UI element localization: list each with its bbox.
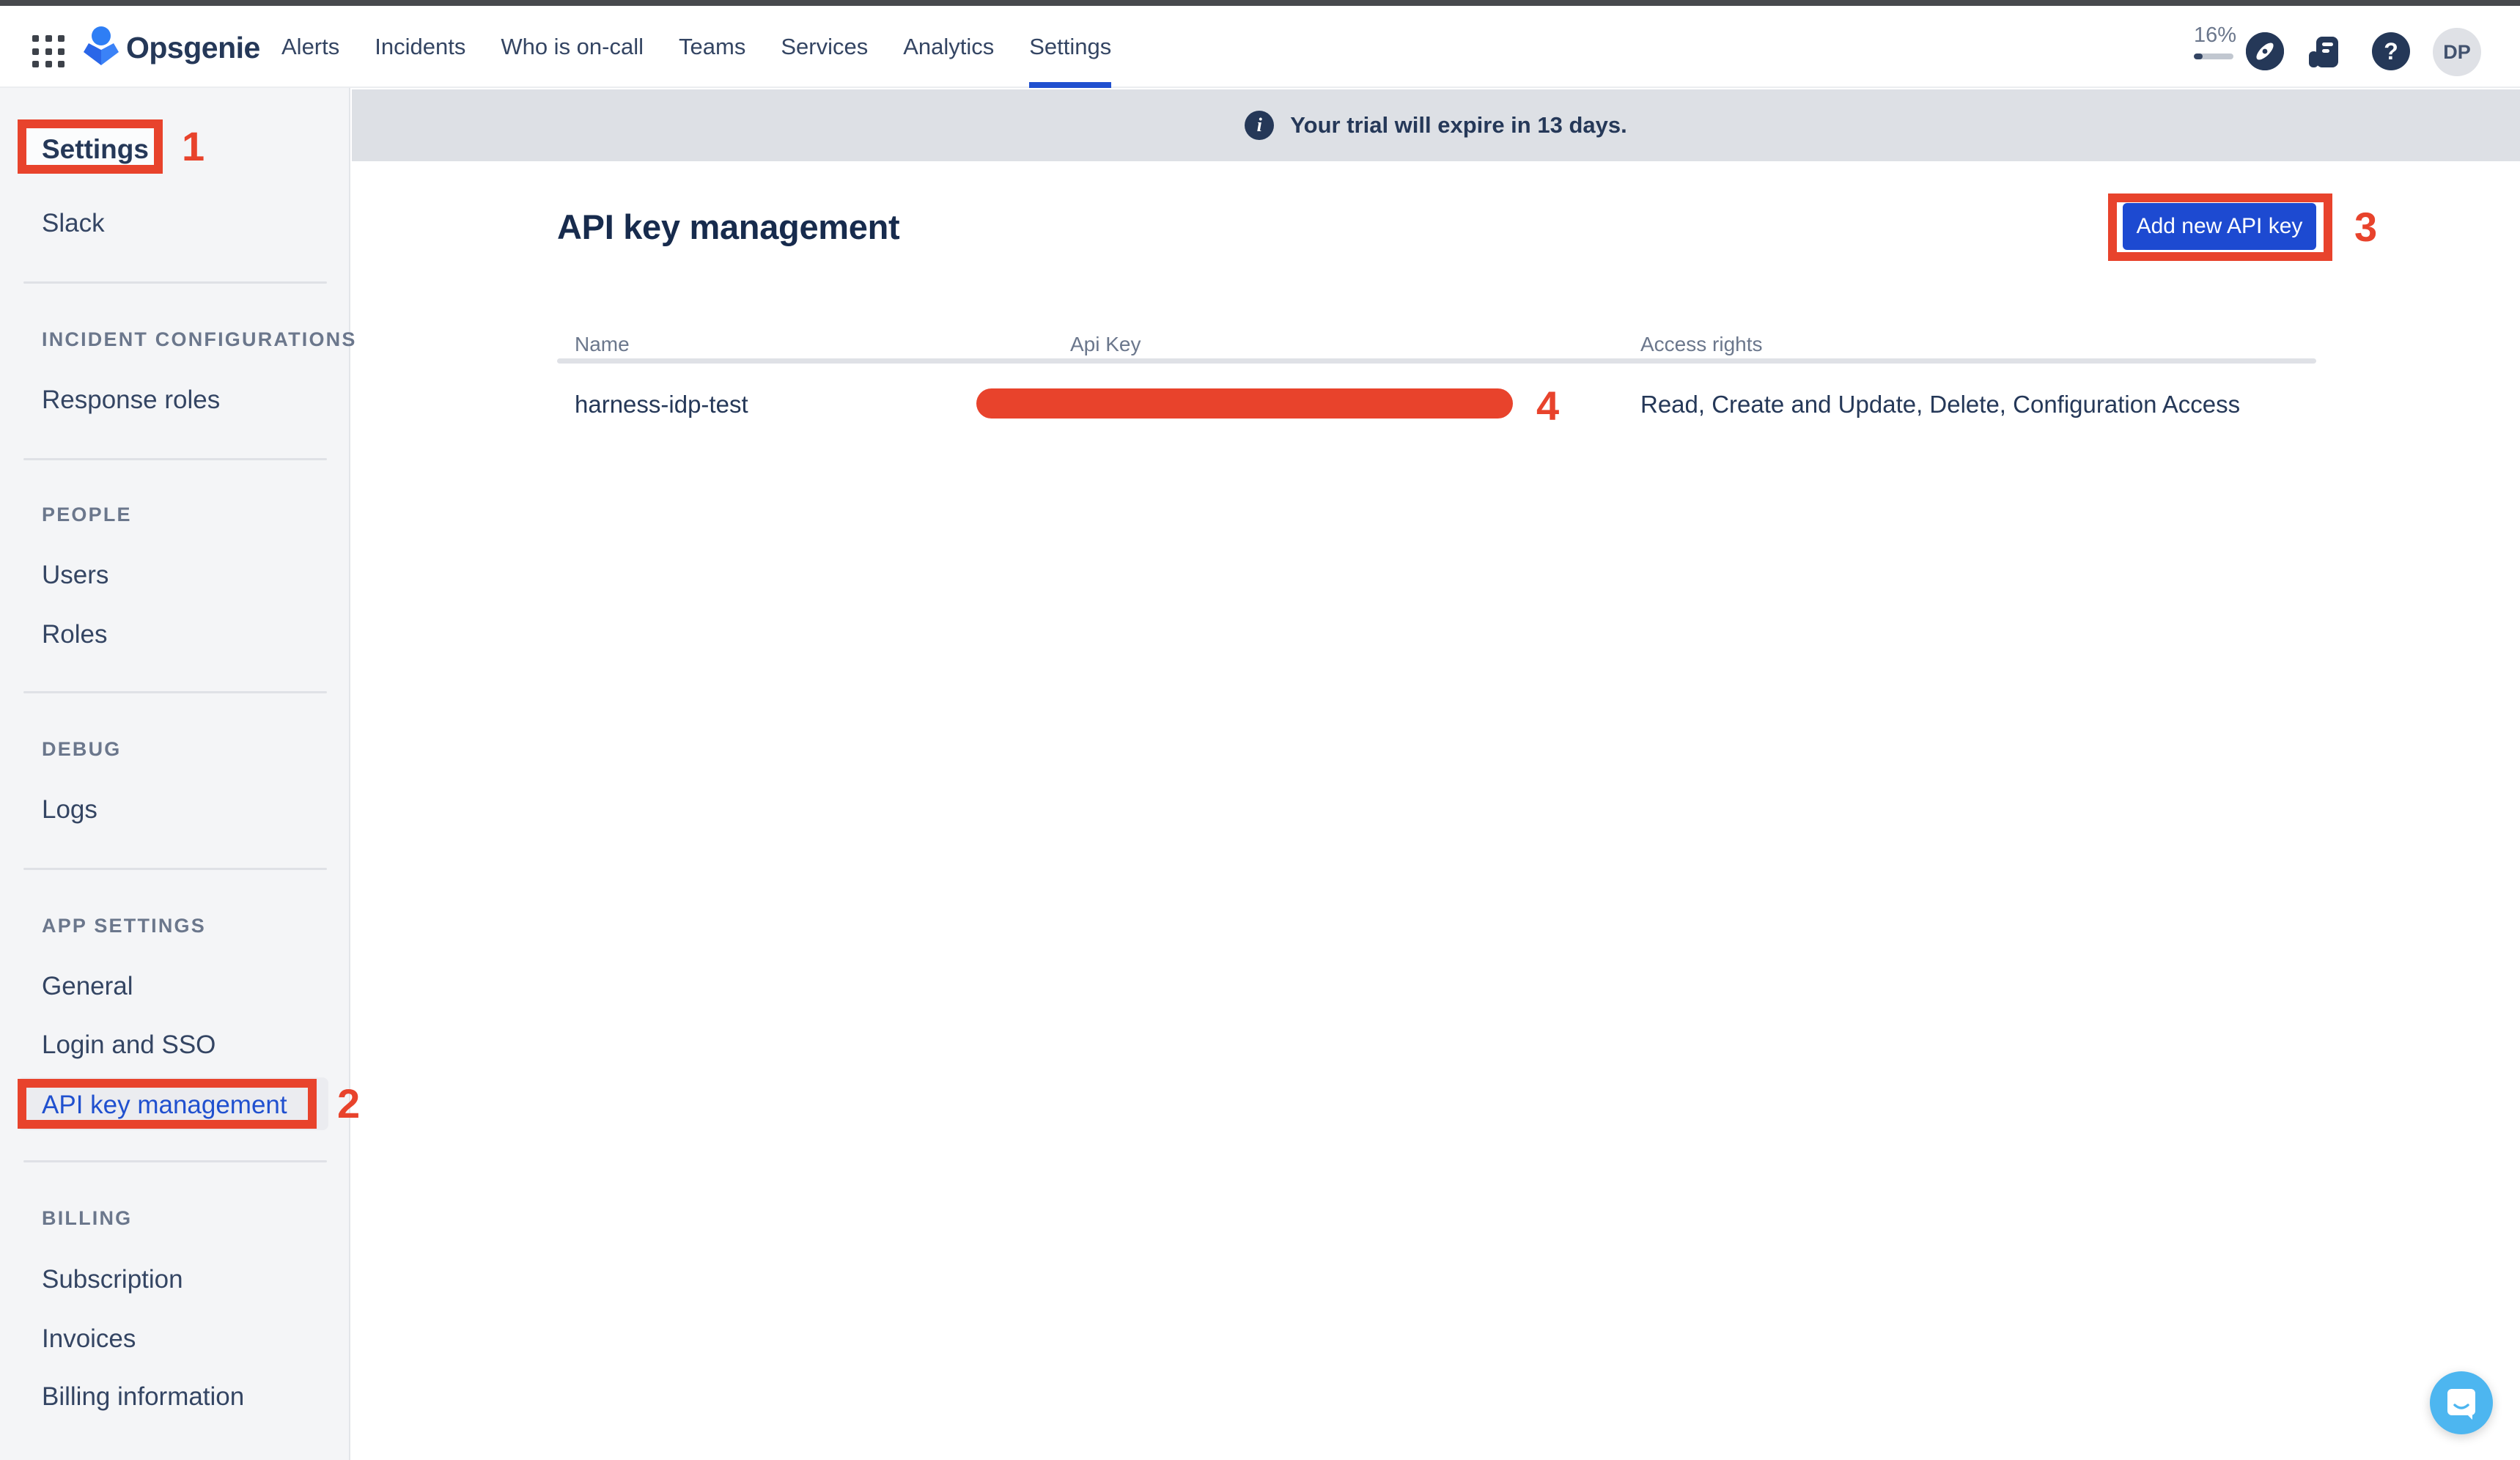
window-top-strip	[0, 0, 2520, 6]
nav-item-alerts[interactable]: Alerts	[281, 6, 339, 88]
access-rights-cell: Read, Create and Update, Delete, Configu…	[1640, 391, 2240, 419]
opsgenie-logo-icon[interactable]	[82, 25, 120, 73]
column-header-api-key: Api Key	[1070, 333, 1141, 356]
column-header-access-rights: Access rights	[1640, 333, 1763, 356]
primary-nav: Alerts Incidents Who is on-call Teams Se…	[281, 6, 1111, 88]
nav-item-services[interactable]: Services	[781, 6, 868, 88]
sidebar-divider	[23, 868, 327, 870]
sidebar-divider	[23, 458, 327, 460]
whats-new-icon[interactable]	[2303, 31, 2344, 72]
user-avatar[interactable]: DP	[2433, 28, 2481, 76]
trial-meter-fill	[2194, 54, 2203, 59]
sidebar-item-api-key-management[interactable]: API key management	[42, 1091, 287, 1120]
sidebar-item-roles[interactable]: Roles	[42, 620, 107, 649]
sidebar-item-slack[interactable]: Slack	[42, 209, 105, 238]
explore-compass-icon[interactable]	[2246, 32, 2284, 70]
info-icon: i	[1245, 111, 1274, 140]
trial-usage-meter[interactable]: 16%	[2194, 23, 2233, 59]
help-icon[interactable]: ?	[2372, 32, 2410, 70]
live-chat-button[interactable]	[2430, 1371, 2493, 1434]
nav-item-incidents[interactable]: Incidents	[375, 6, 465, 88]
annotation-number-1: 1	[182, 126, 205, 167]
trial-expiry-text: Your trial will expire in 13 days.	[1290, 112, 1626, 139]
brand-name[interactable]: Opsgenie	[126, 31, 260, 65]
annotation-number-3: 3	[2354, 207, 2377, 248]
api-key-redacted-pill	[976, 388, 1513, 419]
add-new-api-key-button[interactable]: Add new API key	[2123, 203, 2316, 250]
sidebar-item-settings[interactable]: Settings	[42, 134, 149, 165]
sidebar-item-logs[interactable]: Logs	[42, 795, 97, 825]
sidebar-item-users[interactable]: Users	[42, 561, 108, 590]
sidebar-item-invoices[interactable]: Invoices	[42, 1324, 136, 1354]
sidebar-item-billing-information[interactable]: Billing information	[42, 1382, 244, 1412]
trial-expiry-banner: i Your trial will expire in 13 days.	[352, 89, 2520, 161]
sidebar-item-login-and-sso[interactable]: Login and SSO	[42, 1031, 215, 1060]
page-title: API key management	[557, 207, 899, 247]
opsgenie-settings-page: Opsgenie Alerts Incidents Who is on-call…	[0, 0, 2520, 1460]
top-navbar: Opsgenie Alerts Incidents Who is on-call…	[0, 6, 2520, 88]
nav-item-who-is-on-call[interactable]: Who is on-call	[501, 6, 644, 88]
table-header-divider	[557, 358, 2316, 364]
sidebar-item-subscription[interactable]: Subscription	[42, 1265, 183, 1294]
sidebar-divider	[23, 281, 327, 284]
nav-item-settings[interactable]: Settings	[1029, 6, 1111, 88]
trial-percent-label: 16%	[2194, 23, 2233, 48]
annotation-number-2: 2	[337, 1083, 360, 1124]
sidebar-header-billing: BILLING	[42, 1207, 132, 1230]
sidebar-item-response-roles[interactable]: Response roles	[42, 386, 220, 415]
sidebar-header-debug: DEBUG	[42, 738, 122, 761]
column-header-name: Name	[575, 333, 630, 356]
sidebar-item-general[interactable]: General	[42, 972, 133, 1001]
nav-item-teams[interactable]: Teams	[679, 6, 745, 88]
api-key-name-cell: harness-idp-test	[575, 391, 748, 419]
sidebar-header-incident-configurations: INCIDENT CONFIGURATIONS	[42, 328, 357, 351]
chat-bubble-icon	[2445, 1386, 2478, 1420]
sidebar-divider	[23, 1160, 327, 1162]
nav-item-analytics[interactable]: Analytics	[903, 6, 994, 88]
trial-meter-track	[2194, 54, 2233, 59]
sidebar-divider	[23, 691, 327, 693]
sidebar-header-app-settings: APP SETTINGS	[42, 915, 206, 937]
annotation-number-4: 4	[1536, 386, 1559, 427]
app-switcher-icon[interactable]	[32, 35, 66, 69]
sidebar-header-people: PEOPLE	[42, 504, 132, 526]
settings-sidebar	[0, 88, 350, 1460]
